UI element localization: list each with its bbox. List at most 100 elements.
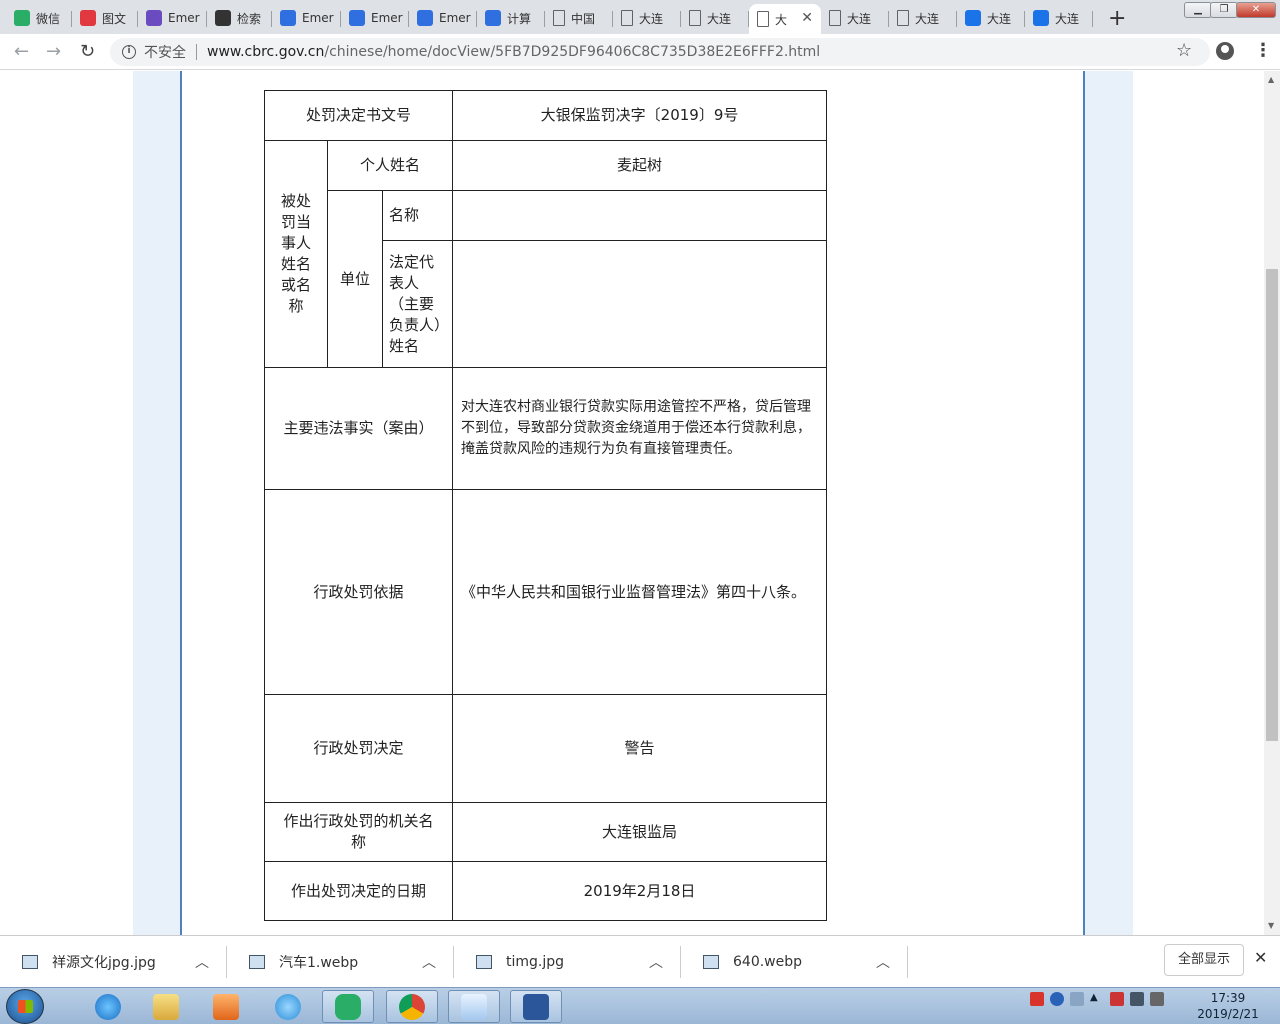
edge-e-icon xyxy=(965,10,981,26)
baidu-paw-icon xyxy=(417,10,433,26)
basis-value: 《中华人民共和国银行业监督管理法》第四十八条。 xyxy=(452,489,828,695)
browser-tab[interactable]: 大连 xyxy=(1025,4,1093,32)
browser-tab[interactable]: 计算 xyxy=(477,4,545,32)
scroll-up-icon[interactable]: ▲ xyxy=(1268,75,1274,84)
chevron-up-icon[interactable]: ︿ xyxy=(195,952,209,972)
browser-tab[interactable]: 大连 xyxy=(889,4,957,32)
close-window-button[interactable]: ✕ xyxy=(1236,2,1276,18)
profile-avatar-icon[interactable] xyxy=(1216,42,1234,60)
tab-title: Emer xyxy=(439,11,471,25)
input-settings-icon[interactable] xyxy=(1070,992,1084,1006)
url-path[interactable]: /chinese/home/docView/5FB7D925DF96406C8C… xyxy=(324,44,820,60)
system-tray: ▲ xyxy=(1030,992,1164,1006)
windows-taskbar: ▲ 17:39 2019/2/21 xyxy=(0,987,1280,1024)
download-item[interactable]: timg.jpg ︿ xyxy=(454,936,681,988)
omnibox-divider xyxy=(196,44,197,60)
edge-e-icon xyxy=(1033,10,1049,26)
browser-tab[interactable]: 微信 xyxy=(6,4,72,32)
back-arrow-icon[interactable]: ← xyxy=(14,41,29,62)
reload-icon[interactable]: ↻ xyxy=(80,41,95,62)
download-filename[interactable]: 汽车1.webp xyxy=(279,952,358,972)
forward-arrow-icon[interactable]: → xyxy=(46,41,61,62)
tray-expand-icon[interactable]: ▲ xyxy=(1090,992,1104,1006)
browser-tab[interactable]: Emer xyxy=(138,4,207,32)
help-icon[interactable] xyxy=(1050,992,1064,1006)
legal-rep-label: 法定代表人（主要负责人）姓名 xyxy=(381,240,454,368)
browser-tab[interactable]: Emer xyxy=(409,4,477,32)
word-icon[interactable] xyxy=(510,990,562,1023)
tab-title: Emer xyxy=(302,11,334,25)
browser-tab[interactable]: 大 ✕ xyxy=(749,4,821,34)
new-tab-button[interactable]: + xyxy=(1108,6,1126,31)
url-host[interactable]: www.cbrc.gov.cn xyxy=(207,44,324,60)
show-all-downloads-button[interactable]: 全部显示 xyxy=(1164,944,1244,976)
browser-tab[interactable]: 大连 xyxy=(681,4,749,32)
address-bar[interactable]: i 不安全 www.cbrc.gov.cn/chinese/home/docVi… xyxy=(110,38,1210,66)
browser-tab[interactable]: 大连 xyxy=(821,4,889,32)
user-app-icon[interactable] xyxy=(448,990,500,1023)
download-item[interactable]: 汽车1.webp ︿ xyxy=(227,936,454,988)
zhi-icon xyxy=(215,10,231,26)
browser-tab[interactable]: 大连 xyxy=(957,4,1025,32)
clock-time: 17:39 xyxy=(1210,991,1246,1005)
info-icon[interactable]: i xyxy=(122,45,136,59)
browser-menu-icon[interactable]: ⋮ xyxy=(1254,40,1272,61)
download-item[interactable]: 祥源文化jpg.jpg ︿ xyxy=(0,936,227,988)
tab-title: 图文 xyxy=(102,11,127,26)
download-filename[interactable]: timg.jpg xyxy=(506,954,564,970)
doc-number-label: 处罚决定书文号 xyxy=(263,90,454,141)
minimize-button[interactable]: ▁ xyxy=(1184,2,1212,18)
close-tab-icon[interactable]: ✕ xyxy=(801,10,813,26)
maximize-button[interactable]: ❐ xyxy=(1210,2,1238,18)
clock-date: 2019/2/21 xyxy=(1197,1007,1259,1021)
sogou-input-icon[interactable] xyxy=(1030,992,1044,1006)
facts-label: 主要违法事实（案由） xyxy=(263,367,454,490)
download-item[interactable]: 640.webp ︿ xyxy=(681,936,908,988)
legal-rep-value xyxy=(452,240,828,368)
browser-tab[interactable]: 图文 xyxy=(72,4,138,32)
download-filename[interactable]: 640.webp xyxy=(733,954,802,970)
tab-title: 大连 xyxy=(915,11,940,26)
security-status[interactable]: 不安全 xyxy=(144,42,186,62)
browser-tab[interactable]: 大连 xyxy=(613,4,681,32)
vertical-scrollbar[interactable]: ▲ ▼ xyxy=(1264,71,1280,935)
browser-tab[interactable]: Emer xyxy=(272,4,341,32)
media-player-icon[interactable] xyxy=(200,990,252,1023)
chrome-icon[interactable] xyxy=(386,990,438,1023)
system-clock[interactable]: 17:39 2019/2/21 xyxy=(1196,990,1260,1022)
document-icon xyxy=(689,10,701,26)
penalty-decision-table: 处罚决定书文号 大银保监罚决字〔2019〕9号 被处罚当事人姓名或名称 个人姓名… xyxy=(263,90,828,921)
authority-label: 作出行政处罚的机关名称 xyxy=(263,802,454,862)
network-icon[interactable] xyxy=(1110,992,1124,1006)
wechat-icon[interactable] xyxy=(322,990,374,1023)
chevron-up-icon[interactable]: ︿ xyxy=(649,952,663,972)
facts-value: 对大连农村商业银行贷款实际用途管控不严格，贷后管理不到位，导致部分贷款资金绕道用… xyxy=(452,367,828,490)
tab-title: 计算 xyxy=(507,11,532,26)
browser-tab[interactable]: Emer xyxy=(341,4,409,32)
volume-icon[interactable] xyxy=(1150,992,1164,1006)
tab-title: 检索 xyxy=(237,11,262,26)
close-icon[interactable]: ✕ xyxy=(1254,948,1267,967)
browser-tab[interactable]: 中国 xyxy=(545,4,613,32)
internet-explorer-icon[interactable] xyxy=(82,990,134,1023)
scroll-down-icon[interactable]: ▼ xyxy=(1268,921,1274,930)
document-icon xyxy=(757,11,769,27)
person-name-label: 个人姓名 xyxy=(326,140,454,191)
browser-tab[interactable]: 检索 xyxy=(207,4,272,32)
image-file-icon xyxy=(476,955,492,969)
toutiao-icon xyxy=(80,10,96,26)
bookmark-star-icon[interactable]: ☆ xyxy=(1176,40,1192,61)
start-button[interactable] xyxy=(6,989,44,1024)
qq-browser-icon[interactable] xyxy=(262,990,314,1023)
chevron-up-icon[interactable]: ︿ xyxy=(422,952,436,972)
doc-number-value: 大银保监罚决字〔2019〕9号 xyxy=(452,90,828,141)
download-filename[interactable]: 祥源文化jpg.jpg xyxy=(52,952,156,972)
chevron-up-icon[interactable]: ︿ xyxy=(876,952,890,972)
power-icon[interactable] xyxy=(1130,992,1144,1006)
scrollbar-thumb[interactable] xyxy=(1266,269,1278,741)
unit-label: 单位 xyxy=(327,190,383,368)
party-label: 被处罚当事人姓名或名称 xyxy=(264,140,328,368)
file-explorer-icon[interactable] xyxy=(140,990,192,1023)
authority-value: 大连银监局 xyxy=(452,802,828,862)
tab-title: 大连 xyxy=(847,11,872,26)
